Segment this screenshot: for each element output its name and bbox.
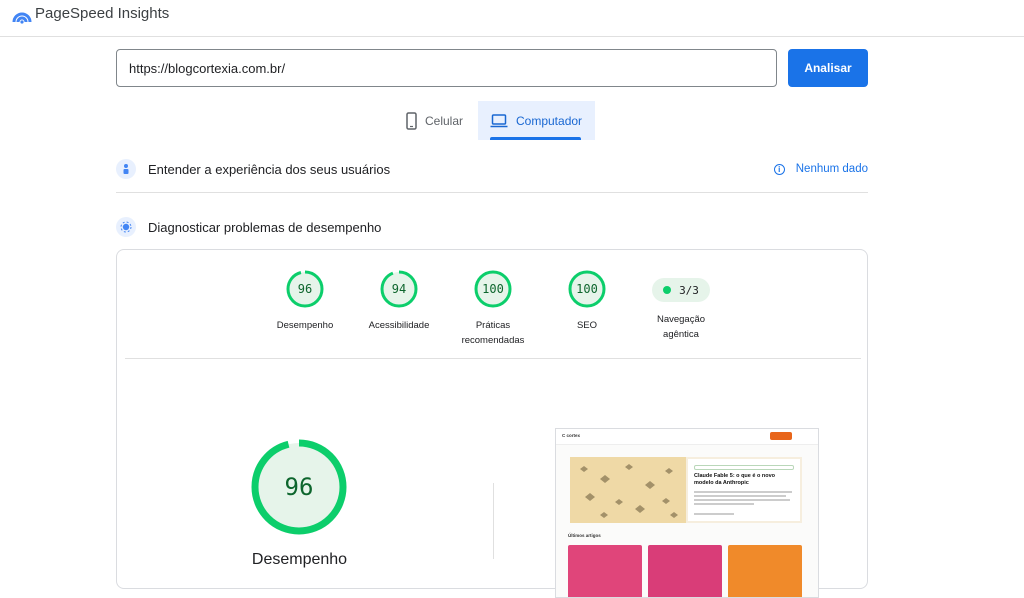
tab-desktop[interactable]: Computador (478, 101, 595, 140)
tab-desktop-label: Computador (516, 113, 583, 128)
user-experience-section: Entender a experiência dos seus usuários… (116, 154, 868, 184)
screenshot-cta (770, 432, 792, 440)
main-score-value: 96 (284, 473, 314, 501)
text-line (694, 491, 792, 493)
section-divider (116, 192, 868, 193)
url-input[interactable] (116, 49, 777, 87)
text-line (694, 499, 790, 501)
score-label: Acessibilidade (368, 320, 430, 331)
score-label: Práticas recomendadas (461, 320, 525, 346)
no-data-link[interactable]: i Nenhum dado (773, 163, 868, 175)
agentic-value: 3/3 (679, 283, 699, 297)
screenshot-card (728, 545, 802, 597)
butterflies-image (570, 457, 686, 523)
top-bar: PageSpeed Insights (0, 0, 1024, 37)
main-score-label: Desempenho (251, 551, 348, 568)
scores-panel: 96 Desempenho 94 Acessibilidade 100 Prát… (116, 249, 868, 598)
no-data-label: Nenhum dado (795, 163, 868, 175)
screenshot-navbar: C cortex (556, 429, 818, 445)
users-icon (116, 159, 136, 179)
screenshot-article-title: Claude Fable 5: o que é o novo modelo da… (694, 473, 775, 486)
score-value: 96 (297, 282, 313, 296)
tab-mobile[interactable]: Celular (396, 101, 474, 140)
pass-dot-icon (663, 286, 672, 294)
text-line (694, 503, 754, 505)
score-value: 94 (391, 282, 407, 296)
screenshot-card (648, 545, 722, 597)
score-best-practices[interactable]: 100 Práticas recomendadas (443, 270, 543, 348)
agentic-pill: 3/3 (652, 278, 710, 302)
pagespeed-logo-icon (12, 12, 32, 24)
score-agentic-navigation[interactable]: 3/3 Navegação agêntica (631, 270, 731, 342)
app-title: PageSpeed Insights (35, 5, 170, 22)
panel-divider (125, 358, 861, 359)
text-line (694, 513, 734, 515)
score-label: SEO (576, 320, 598, 331)
screenshot-logo: C cortex (562, 433, 581, 438)
main-score-gauge: 96 (249, 437, 349, 537)
score-performance[interactable]: 96 Desempenho (255, 270, 355, 333)
diagnostics-section: Diagnosticar problemas de desempenho (116, 212, 868, 242)
info-icon: i (773, 163, 785, 175)
score-value: 100 (482, 282, 504, 296)
score-label: Desempenho (276, 320, 334, 331)
score-value: 100 (576, 282, 598, 296)
screenshot-card (568, 545, 642, 597)
analyze-button[interactable]: Analisar (788, 49, 868, 87)
screenshot-section-title: Últimos artigos (568, 533, 601, 538)
phone-icon (406, 111, 417, 130)
diagnostics-icon (116, 217, 136, 237)
screenshot-badge (694, 465, 794, 470)
screenshot-article-card: Claude Fable 5: o que é o novo modelo da… (688, 459, 800, 521)
tab-mobile-label: Celular (425, 113, 464, 128)
text-line (694, 495, 786, 497)
laptop-icon (490, 113, 508, 127)
score-accessibility[interactable]: 94 Acessibilidade (349, 270, 449, 333)
agentic-label: Navegação agêntica (656, 314, 706, 340)
vertical-divider (493, 483, 494, 559)
diagnostics-heading: Diagnosticar problemas de desempenho (148, 219, 382, 235)
page-screenshot: C cortex Claude Fable 5: o que é o novo … (555, 428, 819, 598)
screenshot-hero: Claude Fable 5: o que é o novo modelo da… (570, 457, 802, 523)
score-seo[interactable]: 100 SEO (537, 270, 637, 333)
user-experience-heading: Entender a experiência dos seus usuários (148, 161, 391, 177)
